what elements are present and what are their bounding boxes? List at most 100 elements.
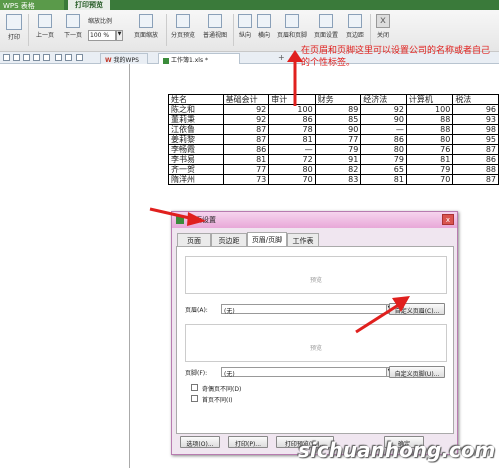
save-icon[interactable] bbox=[13, 54, 20, 61]
dialog-print-button[interactable]: 打印(P)... bbox=[228, 436, 268, 448]
table-row: 齐一贺 77 80 82 65 79 88 bbox=[168, 164, 499, 175]
first-page-checkbox[interactable] bbox=[191, 395, 198, 402]
tab-my-wps[interactable]: W 我的WPS bbox=[100, 53, 148, 64]
odd-even-label: 奇偶页不同(D) bbox=[202, 386, 242, 393]
table-cell: 96 bbox=[452, 104, 499, 115]
table-cell: 81 bbox=[268, 134, 316, 145]
zoom-label: 缩放比例 bbox=[88, 18, 113, 25]
divider bbox=[166, 14, 167, 46]
header-preview: 预览 bbox=[185, 256, 447, 294]
page-setup-button[interactable]: 页面设置 bbox=[312, 13, 340, 47]
page-zoom-button[interactable]: 页面缩放 bbox=[128, 13, 164, 47]
table-cell: 100 bbox=[405, 104, 454, 115]
margins-label: 页边距 bbox=[345, 32, 364, 39]
table-cell: 77 bbox=[314, 134, 362, 145]
table-cell: 92 bbox=[360, 104, 407, 115]
header-footer-button[interactable]: 页眉和页脚 bbox=[274, 13, 310, 47]
table-cell: 76 bbox=[405, 144, 454, 155]
table-cell: 80 bbox=[360, 144, 407, 155]
landscape-icon bbox=[257, 14, 271, 28]
print-button[interactable]: 打印 bbox=[2, 13, 26, 47]
odd-even-checkbox[interactable] bbox=[191, 384, 198, 391]
tab-print-preview[interactable]: 打印预览 bbox=[68, 0, 110, 10]
table-row: 李畅霞 86—79 80 76 87 bbox=[168, 144, 499, 155]
dialog-title: 页面设置 bbox=[172, 212, 457, 228]
table-cell: 95 bbox=[452, 134, 499, 145]
new-tab-button[interactable]: + bbox=[278, 53, 285, 62]
normal-view-button[interactable]: 普通视图 bbox=[200, 13, 230, 47]
next-page-button[interactable]: 下一页 bbox=[60, 13, 86, 47]
table-row: 董莉秉 92 86 85 90 88 93 bbox=[168, 114, 499, 125]
options-button[interactable]: 选项(O)... bbox=[180, 436, 220, 448]
page-break-icon bbox=[176, 14, 190, 28]
custom-footer-button[interactable]: 自定义页脚(U)... bbox=[389, 366, 445, 378]
page-setup-dialog: 页面设置 x 页面 页边距 页眉/页脚 工作表 预览 页眉(A): (无) ▼ … bbox=[171, 211, 458, 455]
sheet-header-row: 姓名 基础会计 审计 财务 经济法 计算机 税法 bbox=[168, 94, 499, 105]
tab-page[interactable]: 页面 bbox=[177, 233, 211, 246]
table-cell: 87 bbox=[452, 174, 499, 185]
header-label: 页眉(A): bbox=[185, 307, 208, 314]
table-cell: 73 bbox=[222, 174, 270, 185]
print-label: 打印 bbox=[7, 34, 20, 41]
page-up-icon bbox=[38, 14, 52, 28]
zoom-input[interactable]: 100 % bbox=[88, 30, 116, 41]
prev-page-label: 上一页 bbox=[35, 32, 54, 39]
dialog-close-button[interactable]: x bbox=[442, 214, 454, 225]
landscape-button[interactable]: 横向 bbox=[255, 13, 273, 47]
watermark-text: sichuanhong.com bbox=[298, 438, 496, 462]
tab-workbook[interactable]: 工作簿1.xls * bbox=[158, 53, 240, 64]
table-cell: 90 bbox=[360, 114, 407, 125]
page-break-preview-button[interactable]: 分页预览 bbox=[168, 13, 198, 47]
printer-icon bbox=[6, 14, 22, 30]
table-cell: 86 bbox=[452, 154, 499, 165]
portrait-button[interactable]: 纵向 bbox=[236, 13, 254, 47]
tab-header-footer[interactable]: 页眉/页脚 bbox=[247, 232, 287, 246]
tab-margins[interactable]: 页边距 bbox=[211, 233, 247, 246]
zoom-dropdown-icon[interactable]: ▼ bbox=[116, 30, 123, 41]
divider bbox=[233, 14, 234, 46]
prev-page-button[interactable]: 上一页 bbox=[32, 13, 58, 47]
first-page-label: 首页不同(I) bbox=[202, 397, 233, 404]
more-icon[interactable] bbox=[76, 54, 83, 61]
footer-select[interactable]: (无) bbox=[221, 367, 387, 378]
table-cell: 88 bbox=[452, 164, 499, 175]
table-cell: 计算机 bbox=[405, 94, 454, 105]
table-cell: 65 bbox=[360, 164, 407, 175]
table-row: 姜莉黎 87 81 77 86 80 95 bbox=[168, 134, 499, 145]
preview-icon[interactable] bbox=[33, 54, 40, 61]
open-icon[interactable] bbox=[3, 54, 10, 61]
tab-workbook-label: 工作簿1.xls * bbox=[171, 57, 208, 64]
annotation-arrow-right bbox=[149, 207, 206, 226]
close-label: 关闭 bbox=[376, 32, 389, 39]
print-icon[interactable] bbox=[23, 54, 30, 61]
table-cell: 79 bbox=[314, 144, 362, 155]
table-cell: 91 bbox=[314, 154, 362, 165]
table-cell: 93 bbox=[452, 114, 499, 125]
table-cell: 70 bbox=[405, 174, 454, 185]
page-zoom-icon bbox=[139, 14, 153, 28]
table-cell: 83 bbox=[314, 174, 362, 185]
margins-button[interactable]: 页边距 bbox=[342, 13, 368, 47]
table-row: 李书易 81 72 91 79 81 86 bbox=[168, 154, 499, 165]
table-cell: 81 bbox=[360, 174, 407, 185]
redo-icon[interactable] bbox=[65, 54, 72, 61]
table-cell: 70 bbox=[268, 174, 316, 185]
table-cell: 88 bbox=[405, 124, 454, 135]
app-menu-tab[interactable]: WPS 表格 bbox=[0, 0, 64, 10]
copy-icon[interactable] bbox=[43, 54, 50, 61]
table-cell: 86 bbox=[360, 134, 407, 145]
table-cell: 基础会计 bbox=[222, 94, 270, 105]
table-cell: 98 bbox=[452, 124, 499, 135]
table-cell: 92 bbox=[222, 114, 270, 125]
table-cell: 79 bbox=[360, 154, 407, 165]
table-cell: 陈之和 bbox=[168, 104, 224, 115]
close-preview-button[interactable]: x 关闭 bbox=[373, 13, 393, 47]
undo-icon[interactable] bbox=[55, 54, 62, 61]
header-footer-panel: 预览 页眉(A): (无) ▼ 自定义页眉(C)... 预览 页脚(F): (无… bbox=[176, 246, 454, 434]
portrait-icon bbox=[238, 14, 252, 28]
table-cell: 86 bbox=[222, 144, 270, 155]
tab-worksheet[interactable]: 工作表 bbox=[287, 233, 319, 246]
table-cell: 李书易 bbox=[168, 154, 224, 165]
table-cell: 江依鲁 bbox=[168, 124, 224, 135]
table-cell: 78 bbox=[268, 124, 316, 135]
